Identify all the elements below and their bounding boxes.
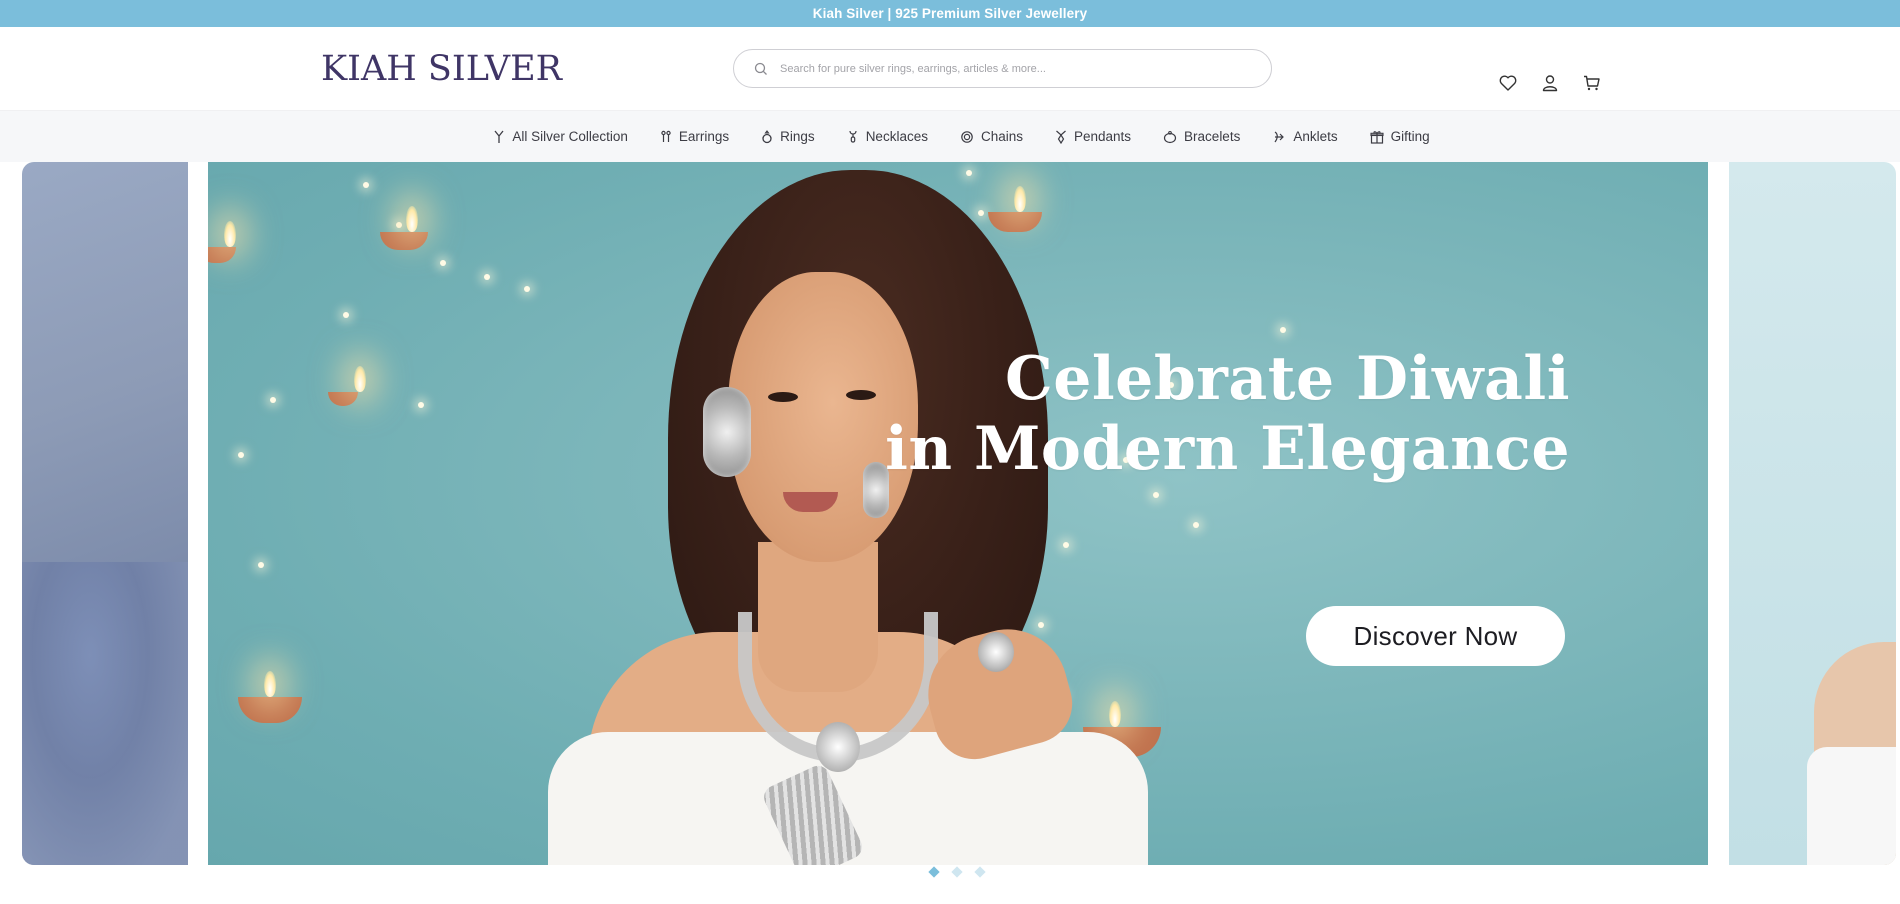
anklet-icon [1274,131,1285,142]
hero-carousel: Celebrate Diwali in Modern Elegance Disc… [0,162,1900,878]
earrings-icon [661,130,671,142]
announcement-bar: Kiah Silver | 925 Premium Silver Jewelle… [0,0,1900,27]
search-input[interactable] [780,62,1220,75]
category-gifting[interactable]: Gifting [1370,129,1430,144]
pendant-icon [1056,130,1066,144]
user-icon[interactable] [1538,71,1562,95]
site-header: KIAH SILVER [0,27,1900,111]
discover-now-button[interactable]: Discover Now [1306,606,1565,666]
category-label: Chains [980,129,1023,144]
carousel-slide-previous[interactable] [22,162,188,865]
hero-model-image [368,162,1268,865]
carousel-slide-active[interactable]: Celebrate Diwali in Modern Elegance Disc… [208,162,1708,865]
category-label: Pendants [1074,129,1132,144]
hero-headline-line2: in Modern Elegance [885,414,1570,484]
category-label: Gifting [1390,129,1430,144]
carousel-dot-1[interactable] [928,866,940,878]
heart-icon[interactable] [1496,71,1520,95]
category-label: Rings [780,129,815,144]
category-earrings[interactable]: Earrings [660,129,729,144]
category-all-silver-collection[interactable]: All Silver Collection [493,129,628,144]
category-label: All Silver Collection [512,129,628,144]
ring-icon [762,129,772,143]
carousel-pagination [928,866,986,878]
hero-headline: Celebrate Diwali in Modern Elegance [885,344,1570,484]
hero-headline-line1: Celebrate Diwali [1004,344,1570,414]
gift-icon [1370,130,1384,144]
category-rings[interactable]: Rings [761,129,815,144]
search-bar[interactable] [733,49,1272,88]
announcement-text: Kiah Silver | 925 Premium Silver Jewelle… [812,6,1088,21]
wine-glass-icon [494,130,504,143]
cart-icon[interactable] [1580,71,1604,95]
category-bracelets[interactable]: Bracelets [1163,129,1240,144]
category-label: Bracelets [1184,129,1241,144]
carousel-slide-next[interactable] [1729,162,1896,865]
necklace-icon [849,130,857,143]
category-chains[interactable]: Chains [960,129,1023,144]
carousel-dot-3[interactable] [974,866,986,878]
category-necklaces[interactable]: Necklaces [847,129,928,144]
category-label: Anklets [1293,129,1338,144]
category-label: Necklaces [865,129,928,144]
category-label: Earrings [678,129,730,144]
category-anklets[interactable]: Anklets [1272,129,1338,144]
carousel-dot-2[interactable] [951,866,963,878]
chain-icon [961,130,973,143]
brand-logo[interactable]: KIAH SILVER [321,45,562,93]
category-pendants[interactable]: Pendants [1055,129,1131,144]
category-nav: All Silver Collection Earrings Rings Nec… [0,111,1900,162]
search-icon [754,62,767,75]
bracelet-icon [1163,130,1177,143]
